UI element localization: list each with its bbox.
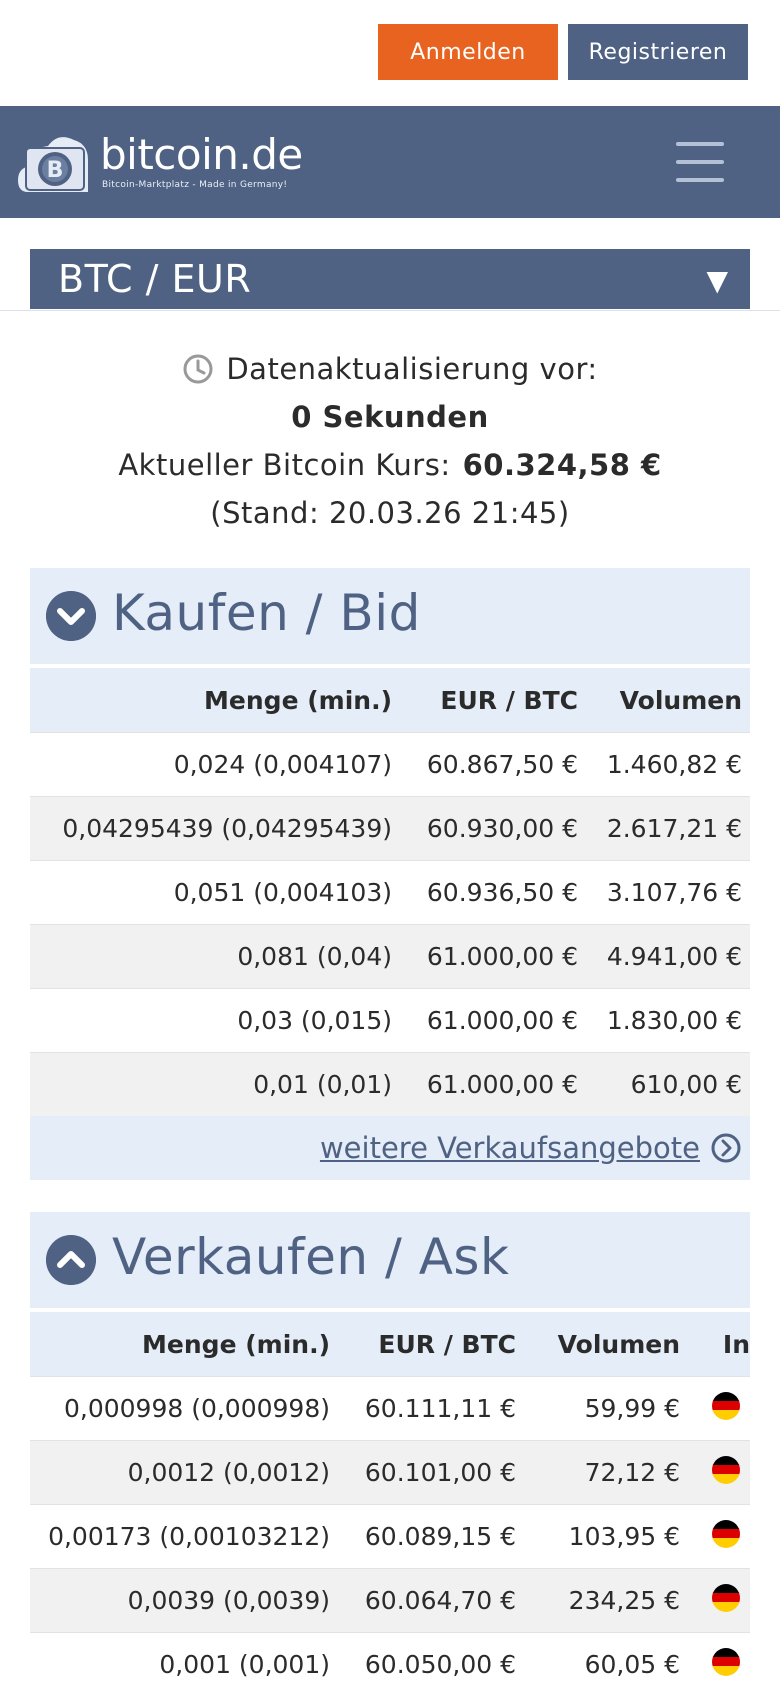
bid-title: Kaufen / Bid <box>112 584 421 642</box>
price-value: 60.324,58 € <box>462 448 662 482</box>
clock-icon <box>183 354 213 384</box>
bitcoin-logo-icon: B <box>18 137 88 192</box>
table-row[interactable]: 0,03 (0,015) 61.000,00 € 1.830,00 € <box>30 988 750 1052</box>
flag-cell <box>680 1583 740 1618</box>
table-row[interactable]: 0,051 (0,004103) 60.936,50 € 3.107,76 € <box>30 860 750 924</box>
ask-title: Verkaufen / Ask <box>112 1228 510 1286</box>
table-cell: 1.830,00 € <box>606 1006 742 1035</box>
table-row[interactable]: 0,001 (0,001) 60.050,00 € 60,05 € <box>30 1632 750 1688</box>
table-row[interactable]: 0,0012 (0,0012) 60.101,00 € 72,12 € <box>30 1440 750 1504</box>
column-header[interactable]: Volumen <box>578 686 742 715</box>
table-cell: 72,12 € <box>584 1458 680 1487</box>
table-cell: 0,001 (0,001) <box>159 1650 330 1679</box>
column-header[interactable]: Menge (min.) <box>30 1330 330 1359</box>
bid-section-header[interactable]: Kaufen / Bid <box>30 568 750 664</box>
table-cell: 610,00 € <box>630 1070 742 1099</box>
ask-section: Verkaufen / Ask Menge (min.) EUR / BTC V… <box>30 1212 750 1688</box>
germany-flag-icon <box>712 1519 740 1548</box>
logo-tagline: Bitcoin-Marktplatz - Made in Germany! <box>102 180 288 190</box>
bid-section: Kaufen / Bid Menge (min.) EUR / BTC Volu… <box>30 568 750 1180</box>
flag-cell <box>680 1647 740 1682</box>
bid-table-header: Menge (min.) EUR / BTC Volumen <box>30 668 750 732</box>
germany-flag-icon <box>712 1391 740 1420</box>
table-cell: 0,01 (0,01) <box>253 1070 392 1099</box>
table-cell: 0,04295439 (0,04295439) <box>62 814 392 843</box>
table-row[interactable]: 0,01 (0,01) 61.000,00 € 610,00 € <box>30 1052 750 1116</box>
pair-label: BTC / EUR <box>58 257 252 301</box>
table-cell: 103,95 € <box>568 1522 680 1551</box>
table-cell: 0,0039 (0,0039) <box>127 1586 330 1615</box>
update-label: Datenaktualisierung vor: <box>226 352 598 386</box>
flag-cell <box>680 1519 740 1554</box>
table-cell: 0,051 (0,004103) <box>173 878 392 907</box>
table-row[interactable]: 0,081 (0,04) 61.000,00 € 4.941,00 € <box>30 924 750 988</box>
chevron-right-circle-icon <box>711 1133 741 1163</box>
table-cell: 60,05 € <box>584 1650 680 1679</box>
ask-section-header[interactable]: Verkaufen / Ask <box>30 1212 750 1308</box>
flag-cell <box>680 1455 740 1490</box>
register-button[interactable]: Registrieren <box>568 24 748 80</box>
login-button[interactable]: Anmelden <box>378 24 558 80</box>
germany-flag-icon <box>712 1647 740 1676</box>
more-offers-label[interactable]: weitere Verkaufsangebote <box>320 1131 700 1165</box>
table-cell: 61.000,00 € <box>426 942 578 971</box>
update-value: 0 Sekunden <box>291 400 489 434</box>
table-cell: 60.089,15 € <box>364 1522 516 1551</box>
logo[interactable]: B bitcoin.de Bitcoin-Marktplatz - Made i… <box>18 128 303 198</box>
table-row[interactable]: 0,000998 (0,000998) 60.111,11 € 59,99 € <box>30 1376 750 1440</box>
table-cell: 2.617,21 € <box>606 814 742 843</box>
table-cell: 0,0012 (0,0012) <box>127 1458 330 1487</box>
table-row[interactable]: 0,00173 (0,00103212) 60.089,15 € 103,95 € <box>30 1504 750 1568</box>
table-cell: 0,024 (0,004107) <box>173 750 392 779</box>
table-cell: 0,000998 (0,000998) <box>63 1394 330 1423</box>
table-row[interactable]: 0,04295439 (0,04295439) 60.930,00 € 2.617,… <box>30 796 750 860</box>
germany-flag-icon <box>712 1583 740 1612</box>
table-cell: 0,03 (0,015) <box>237 1006 392 1035</box>
table-cell: 61.000,00 € <box>426 1006 578 1035</box>
price-label: Aktueller Bitcoin Kurs: <box>118 448 451 482</box>
top-bar: Anmelden Registrieren <box>0 0 780 106</box>
stand-text: (Stand: 20.03.26 21:45) <box>210 496 570 530</box>
hamburger-menu-icon[interactable] <box>676 142 728 182</box>
table-cell: 60.867,50 € <box>426 750 578 779</box>
table-cell: 4.941,00 € <box>606 942 742 971</box>
table-cell: 60.101,00 € <box>364 1458 516 1487</box>
table-cell: 60.930,00 € <box>426 814 578 843</box>
table-cell: 60.936,50 € <box>426 878 578 907</box>
price-info: Datenaktualisierung vor: 0 Sekunden Aktu… <box>0 345 780 537</box>
svg-text:B: B <box>47 158 64 183</box>
site-header: B bitcoin.de Bitcoin-Marktplatz - Made i… <box>0 106 780 218</box>
table-cell: 3.107,76 € <box>606 878 742 907</box>
chevron-up-icon <box>46 1235 96 1285</box>
more-offers-link[interactable]: weitere Verkaufsangebote <box>30 1116 750 1180</box>
pair-selector[interactable]: BTC / EUR ▼ <box>30 249 750 309</box>
table-cell: 61.000,00 € <box>426 1070 578 1099</box>
column-header[interactable]: Menge (min.) <box>30 686 392 715</box>
logo-text: bitcoin.de <box>100 130 303 179</box>
table-cell: 1.460,82 € <box>606 750 742 779</box>
germany-flag-icon <box>712 1455 740 1484</box>
table-row[interactable]: 0,024 (0,004107) 60.867,50 € 1.460,82 € <box>30 732 750 796</box>
chevron-down-icon <box>46 591 96 641</box>
column-header[interactable]: EUR / BTC <box>330 1330 516 1359</box>
table-cell: 234,25 € <box>568 1586 680 1615</box>
column-header[interactable]: EUR / BTC <box>392 686 578 715</box>
column-header[interactable]: Volumen <box>516 1330 680 1359</box>
ask-table-header: Menge (min.) EUR / BTC Volumen In <box>30 1312 750 1376</box>
flag-cell <box>680 1391 740 1426</box>
table-cell: 60.111,11 € <box>364 1394 516 1423</box>
table-cell: 0,00173 (0,00103212) <box>48 1522 330 1551</box>
divider <box>0 310 780 311</box>
table-cell: 60.050,00 € <box>364 1650 516 1679</box>
dropdown-arrow-icon: ▼ <box>706 264 728 297</box>
column-header[interactable]: In <box>680 1330 750 1359</box>
table-cell: 0,081 (0,04) <box>237 942 392 971</box>
table-cell: 60.064,70 € <box>364 1586 516 1615</box>
table-row[interactable]: 0,0039 (0,0039) 60.064,70 € 234,25 € <box>30 1568 750 1632</box>
table-cell: 59,99 € <box>584 1394 680 1423</box>
